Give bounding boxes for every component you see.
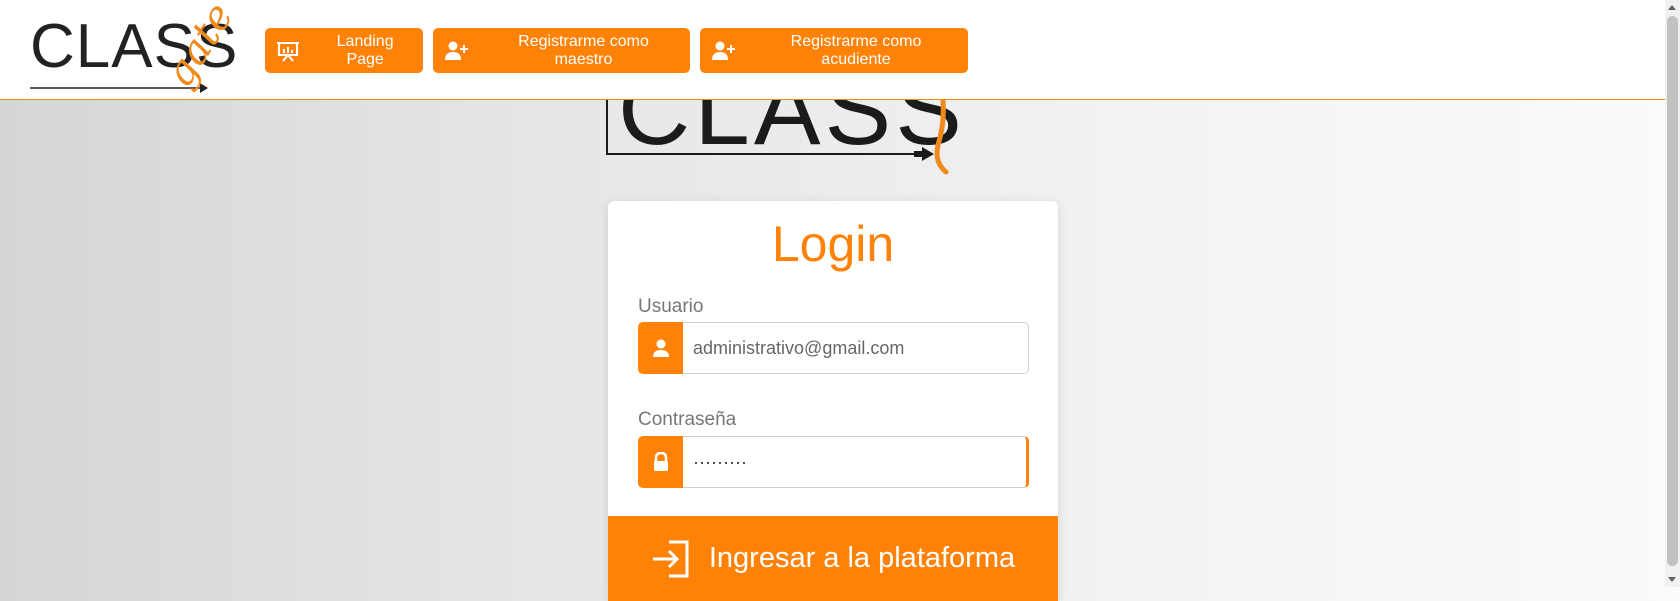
user-plus-icon (445, 39, 469, 63)
username-label: Usuario (638, 296, 704, 317)
user-icon (638, 322, 683, 374)
password-input[interactable] (683, 436, 1029, 488)
landing-page-label: Landing Page (336, 32, 394, 68)
login-title: Login (771, 216, 895, 272)
login-submit-label: Ingresar a la plataforma (708, 542, 1016, 574)
logo-script-mark (934, 90, 949, 175)
login-card: Login Usuario Contraseña Ingr (608, 201, 1058, 601)
scroll-thumb[interactable] (1667, 16, 1678, 566)
password-group (638, 436, 1029, 488)
top-navbar: CLASS gate Landing Page Registrarme como… (0, 0, 1665, 100)
user-plus-icon (712, 39, 736, 63)
brand-logo[interactable]: CLASS gate (30, 0, 243, 95)
lock-icon (638, 436, 683, 488)
register-teacher-button[interactable]: Registrarme como maestro (433, 28, 690, 73)
scroll-up-arrow-icon[interactable] (1668, 5, 1676, 10)
logo-underline (606, 153, 924, 155)
password-label: Contraseña (638, 409, 737, 430)
vertical-scrollbar[interactable] (1665, 0, 1680, 587)
register-guardian-button[interactable]: Registrarme como acudiente (700, 28, 968, 73)
presentation-icon (277, 39, 300, 63)
register-guardian-label: Registrarme como acudiente (790, 32, 922, 68)
username-group (638, 322, 1029, 374)
login-submit-button[interactable]: Ingresar a la plataforma (608, 516, 1058, 601)
username-input[interactable] (683, 322, 1029, 374)
scroll-down-arrow-icon[interactable] (1668, 577, 1676, 582)
register-teacher-label: Registrarme como maestro (518, 32, 649, 68)
sign-in-icon (651, 540, 691, 578)
landing-page-button[interactable]: Landing Page (265, 28, 423, 73)
logo-frame-line (606, 100, 608, 155)
